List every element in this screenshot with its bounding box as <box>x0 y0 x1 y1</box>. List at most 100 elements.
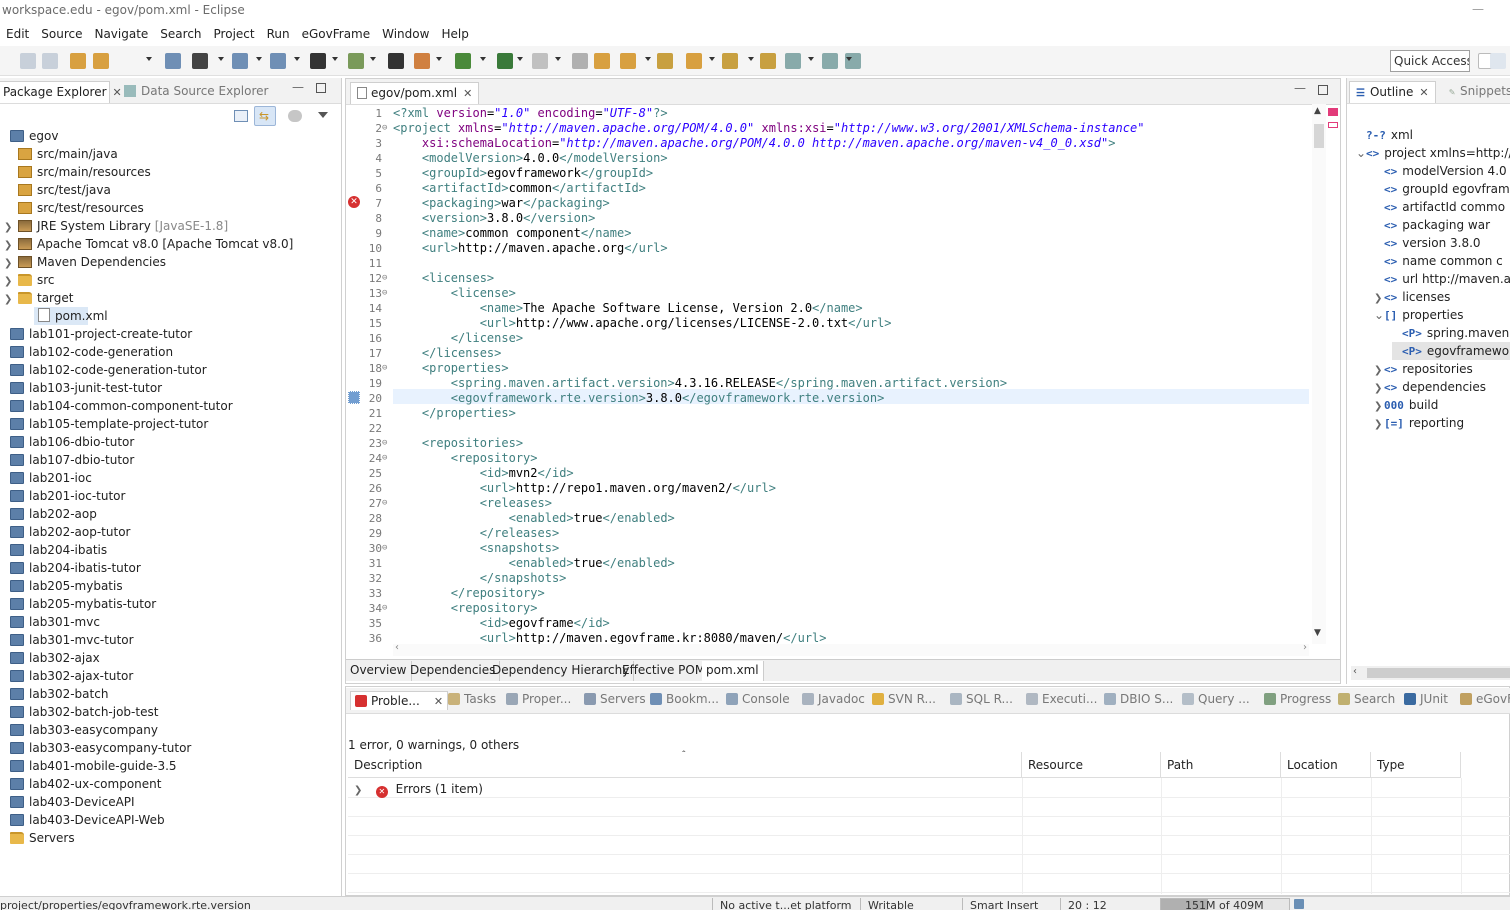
filter-icon[interactable] <box>288 110 302 122</box>
tab-package-explorer[interactable]: Package Explorer ✕ <box>0 81 122 103</box>
code-line[interactable]: 33 </repository> <box>346 586 1312 601</box>
tree-item[interactable]: Servers <box>0 829 338 847</box>
pom-tab-overview[interactable]: Overview <box>346 661 412 681</box>
link-with-editor-icon[interactable]: ⇆ <box>254 106 276 126</box>
code-line[interactable]: 11 <box>346 256 1312 271</box>
dropdown-arrow-icon[interactable] <box>332 57 338 61</box>
tree-item[interactable]: ❯ Apache Tomcat v8.0 [Apache Tomcat v8.0] <box>4 235 342 253</box>
tree-item[interactable]: lab302-batch <box>0 685 338 703</box>
tree-item[interactable]: ❯ Maven Dependencies <box>4 253 342 271</box>
code-line[interactable]: 28 <enabled>true</enabled> <box>346 511 1312 526</box>
perspective-icon[interactable] <box>1490 53 1506 69</box>
code-line[interactable]: 16 </license> <box>346 331 1312 346</box>
column-header-location[interactable]: Location <box>1281 752 1371 778</box>
tree-item[interactable]: ❯ src <box>4 271 342 289</box>
save-icon[interactable] <box>42 53 58 69</box>
outline-item[interactable]: <> groupId egovfram <box>1374 180 1510 198</box>
fold-icon[interactable]: ⊖ <box>382 451 387 466</box>
scroll-left-icon[interactable]: ‹ <box>395 642 399 653</box>
package-icon[interactable] <box>414 53 430 69</box>
heap-status[interactable]: 151M of 409M <box>1160 898 1290 910</box>
fold-icon[interactable]: ⊖ <box>382 121 387 136</box>
menu-item-navigate[interactable]: Navigate <box>88 22 154 46</box>
code-line[interactable]: 24 ⊖ <repository> <box>346 451 1312 466</box>
tab-data-source-explorer[interactable]: Data Source Explorer <box>118 81 274 103</box>
run-icon[interactable] <box>310 53 326 69</box>
tree-item[interactable]: lab403-DeviceAPI <box>0 793 338 811</box>
code-line[interactable]: 27 ⊖ <releases> <box>346 496 1312 511</box>
overview-marker[interactable] <box>1328 122 1338 128</box>
chevron-right-icon[interactable]: ❯ <box>4 291 14 309</box>
status-target-platform[interactable]: No active t...et platform <box>720 899 852 910</box>
scroll-left-icon[interactable]: ‹ <box>1353 666 1357 677</box>
code-line[interactable]: 12 ⊖ <licenses> <box>346 271 1312 286</box>
code-line[interactable]: 6 <artifactId>common</artifactId> <box>346 181 1312 196</box>
fold-icon[interactable]: ⊖ <box>382 601 387 616</box>
horizontal-scrollbar[interactable]: ‹ › <box>393 642 1309 656</box>
scroll-up-icon[interactable]: ▲ <box>1314 106 1321 116</box>
menu-item-window[interactable]: Window <box>376 22 435 46</box>
code-line[interactable]: 31 <enabled>true</enabled> <box>346 556 1312 571</box>
tree-item[interactable]: lab301-mvc-tutor <box>0 631 338 649</box>
prev-annotation-icon[interactable] <box>760 53 776 69</box>
search-tool-icon[interactable] <box>657 53 673 69</box>
menu-item-search[interactable]: Search <box>154 22 207 46</box>
tree-item[interactable]: lab101-project-create-tutor <box>0 325 338 343</box>
code-line[interactable]: 3 xsi:schemaLocation="http://maven.apach… <box>346 136 1312 151</box>
problems-row-errors[interactable]: ❯ ✕ Errors (1 item) <box>354 780 483 798</box>
tab-query[interactable]: Query ... <box>1182 692 1250 706</box>
tree-item[interactable]: src/test/resources <box>4 199 342 217</box>
tree-item[interactable]: lab102-code-generation <box>0 343 338 361</box>
garbage-collect-icon[interactable] <box>1294 899 1304 909</box>
tab-bookm[interactable]: Bookm... <box>650 692 719 706</box>
outline-item[interactable]: ❯ <> dependencies <box>1374 378 1486 396</box>
new-icon[interactable] <box>20 53 36 69</box>
tab-tasks[interactable]: Tasks <box>448 692 496 706</box>
code-line[interactable]: 21 </properties> <box>346 406 1312 421</box>
code-line[interactable]: 9 <name>common component</name> <box>346 226 1312 241</box>
column-header-description[interactable]: Description <box>348 752 1022 778</box>
save-all-icon[interactable] <box>70 53 86 69</box>
tree-item[interactable]: lab302-ajax-tutor <box>0 667 338 685</box>
code-line[interactable]: 29 </releases> <box>346 526 1312 541</box>
scroll-thumb[interactable] <box>1367 668 1510 678</box>
refresh-icon[interactable] <box>455 53 471 69</box>
code-line[interactable]: 35 <id>egovframe</id> <box>346 616 1312 631</box>
outline-item[interactable]: <P> spring.maven.a <box>1392 324 1510 342</box>
forward-icon[interactable] <box>845 53 861 69</box>
tab-proble[interactable]: Proble... ✕ <box>350 691 449 710</box>
pom-tab-dependency-hierarchy[interactable]: Dependency Hierarchy <box>488 661 635 681</box>
code-line[interactable]: 8 <version>3.8.0</version> <box>346 211 1312 226</box>
close-icon[interactable]: ✕ <box>463 87 472 100</box>
tree-item[interactable]: src/main/resources <box>4 163 342 181</box>
view-menu-icon[interactable] <box>318 112 328 118</box>
scroll-thumb[interactable] <box>1314 124 1324 148</box>
tree-item[interactable]: lab302-ajax <box>0 649 338 667</box>
vertical-scrollbar[interactable]: ▲ ▼ <box>1312 104 1326 644</box>
menu-item-help[interactable]: Help <box>435 22 474 46</box>
outline-item[interactable]: <> packaging war <box>1374 216 1490 234</box>
tab-sql-r[interactable]: SQL R... <box>950 692 1013 706</box>
code-line[interactable]: 15 <url>http://www.apache.org/licenses/L… <box>346 316 1312 331</box>
code-line[interactable]: 34 ⊖ <repository> <box>346 601 1312 616</box>
collapse-all-icon[interactable] <box>234 110 248 122</box>
outline-item[interactable]: ⌄<> project xmlns=http:// <box>1356 144 1510 162</box>
chevron-right-icon[interactable]: ❯ <box>1374 416 1384 434</box>
code-line[interactable]: 19 <spring.maven.artifact.version>4.3.16… <box>346 376 1312 391</box>
dropdown-arrow-icon[interactable] <box>436 57 442 61</box>
outline-item[interactable]: ❯ 000 build <box>1374 396 1438 414</box>
tree-item[interactable]: lab402-ux-component <box>0 775 338 793</box>
close-icon[interactable]: ✕ <box>434 695 443 708</box>
tree-item[interactable]: lab202-aop-tutor <box>0 523 338 541</box>
outline-item[interactable]: <> name common c <box>1374 252 1503 270</box>
tree-item[interactable]: lab303-easycompany <box>0 721 338 739</box>
tree-item[interactable]: lab205-mybatis-tutor <box>0 595 338 613</box>
run-green-icon[interactable] <box>497 53 513 69</box>
dropdown-arrow-icon[interactable] <box>146 57 152 61</box>
tree-item[interactable]: ❯ JRE System Library [JavaSE-1.8] <box>4 217 342 235</box>
dropdown-arrow-icon[interactable] <box>517 57 523 61</box>
tree-item[interactable]: lab104-common-component-tutor <box>0 397 338 415</box>
code-editor[interactable]: 1 <?xml version="1.0" encoding="UTF-8"?> 2… <box>346 104 1312 644</box>
open-task-icon[interactable] <box>686 53 702 69</box>
fold-icon[interactable]: ⊖ <box>382 541 387 556</box>
